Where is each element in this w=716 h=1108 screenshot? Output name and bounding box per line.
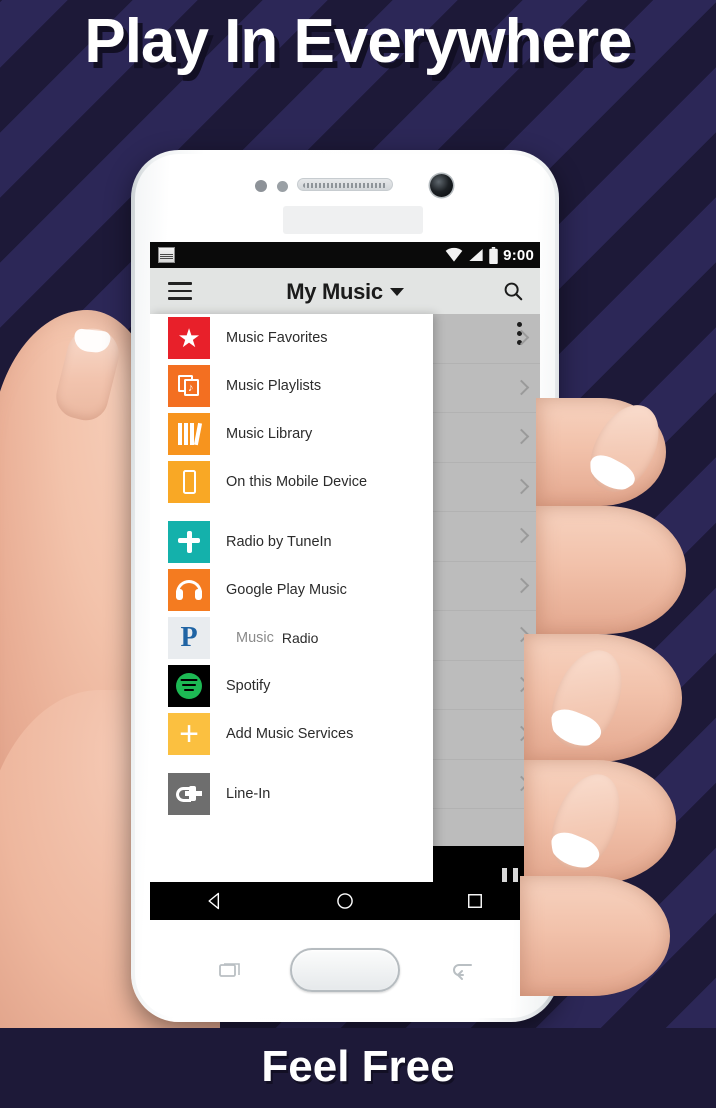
drawer-item-spotify[interactable]: Spotify xyxy=(150,662,433,710)
drawer-item-label: Music Library xyxy=(226,426,313,442)
poster-headline: Play In Everywhere xyxy=(84,7,632,76)
table-row[interactable] xyxy=(433,314,540,364)
drawer-item-label: Add Music Services xyxy=(226,726,354,742)
footer-band: Feel Free xyxy=(0,1028,716,1108)
status-bar: 9:00 xyxy=(150,242,540,268)
navigation-drawer: ★ Music Favorites ♪ Music Playlists Musi… xyxy=(150,314,433,920)
smartphone-device: 9:00 My Music ★ Music Favorites ♪ Music … xyxy=(131,150,559,1022)
drawer-item-label: On this Mobile Device xyxy=(226,474,368,490)
table-row[interactable] xyxy=(433,364,540,413)
drawer-item-label-prefix: Music xyxy=(236,630,274,646)
earpiece-speaker xyxy=(297,178,393,191)
drawer-item-line-in[interactable]: Line-In xyxy=(150,770,433,818)
mobile-phone-icon xyxy=(168,461,210,503)
status-bar-time: 9:00 xyxy=(503,246,534,264)
star-icon: ★ xyxy=(168,317,210,359)
sonos-notification-icon xyxy=(158,247,175,263)
chevron-right-icon xyxy=(516,380,526,396)
search-icon[interactable] xyxy=(502,280,524,302)
drawer-item-label: Music Favorites xyxy=(226,330,328,346)
page-title: My Music xyxy=(286,279,383,304)
back-triangle-icon[interactable] xyxy=(205,891,225,911)
wifi-icon xyxy=(445,247,463,262)
library-bars-icon xyxy=(168,413,210,455)
table-row[interactable] xyxy=(433,413,540,463)
app-bar: My Music xyxy=(150,268,540,314)
chevron-right-icon xyxy=(516,578,526,594)
android-navigation-bar xyxy=(150,882,540,920)
finger-lower xyxy=(520,876,670,996)
light-sensor xyxy=(277,181,288,192)
drawer-item-google-play-music[interactable]: Google Play Music xyxy=(150,566,433,614)
table-row[interactable] xyxy=(433,463,540,512)
drawer-item-radio-by-tunein[interactable]: Radio by TuneIn xyxy=(150,518,433,566)
plus-icon: + xyxy=(168,713,210,755)
table-row[interactable] xyxy=(433,512,540,562)
tunein-icon xyxy=(168,521,210,563)
drawer-item-add-music-services[interactable]: + Add Music Services xyxy=(150,710,433,758)
brand-logo-plate xyxy=(283,206,423,234)
back-icon[interactable] xyxy=(449,960,475,980)
drawer-item-music-favorites[interactable]: ★ Music Favorites xyxy=(150,314,433,362)
drawer-item-label: Radio by TuneIn xyxy=(226,534,332,550)
app-bar-title-group[interactable]: My Music xyxy=(150,279,540,305)
caret-down-icon xyxy=(389,288,404,296)
chevron-right-icon xyxy=(516,528,526,544)
headphones-icon xyxy=(168,569,210,611)
home-circle-icon[interactable] xyxy=(335,891,355,911)
drawer-item-on-this-mobile-device[interactable]: On this Mobile Device xyxy=(150,458,433,506)
footer-caption: Feel Free xyxy=(261,1042,455,1091)
drawer-item-label: Spotify xyxy=(226,678,271,694)
home-button[interactable] xyxy=(290,948,400,992)
drawer-item-label: Line-In xyxy=(226,786,271,802)
front-camera xyxy=(430,174,453,197)
recents-icon[interactable] xyxy=(219,960,245,980)
playlist-icon: ♪ xyxy=(168,365,210,407)
signal-bars-icon xyxy=(469,249,483,261)
line-in-plug-icon xyxy=(168,773,210,815)
battery-icon xyxy=(489,246,498,264)
pandora-p-icon: P xyxy=(168,617,210,659)
drawer-item-music-library[interactable]: Music Library xyxy=(150,410,433,458)
phone-screen: 9:00 My Music ★ Music Favorites ♪ Music … xyxy=(150,242,540,920)
proximity-sensor xyxy=(255,180,267,192)
recents-square-icon[interactable] xyxy=(465,891,485,911)
table-row[interactable] xyxy=(433,562,540,611)
drawer-item-label: Google Play Music xyxy=(226,582,347,598)
spotify-icon xyxy=(168,665,210,707)
drawer-item-label: Radio xyxy=(281,630,319,646)
chevron-right-icon xyxy=(516,429,526,445)
chevron-right-icon xyxy=(516,330,526,346)
drawer-item-music-playlists[interactable]: ♪ Music Playlists xyxy=(150,362,433,410)
drawer-item-label: Music Playlists xyxy=(226,378,322,394)
chevron-right-icon xyxy=(516,479,526,495)
drawer-item-music-radio[interactable]: P Music Radio xyxy=(150,614,433,662)
